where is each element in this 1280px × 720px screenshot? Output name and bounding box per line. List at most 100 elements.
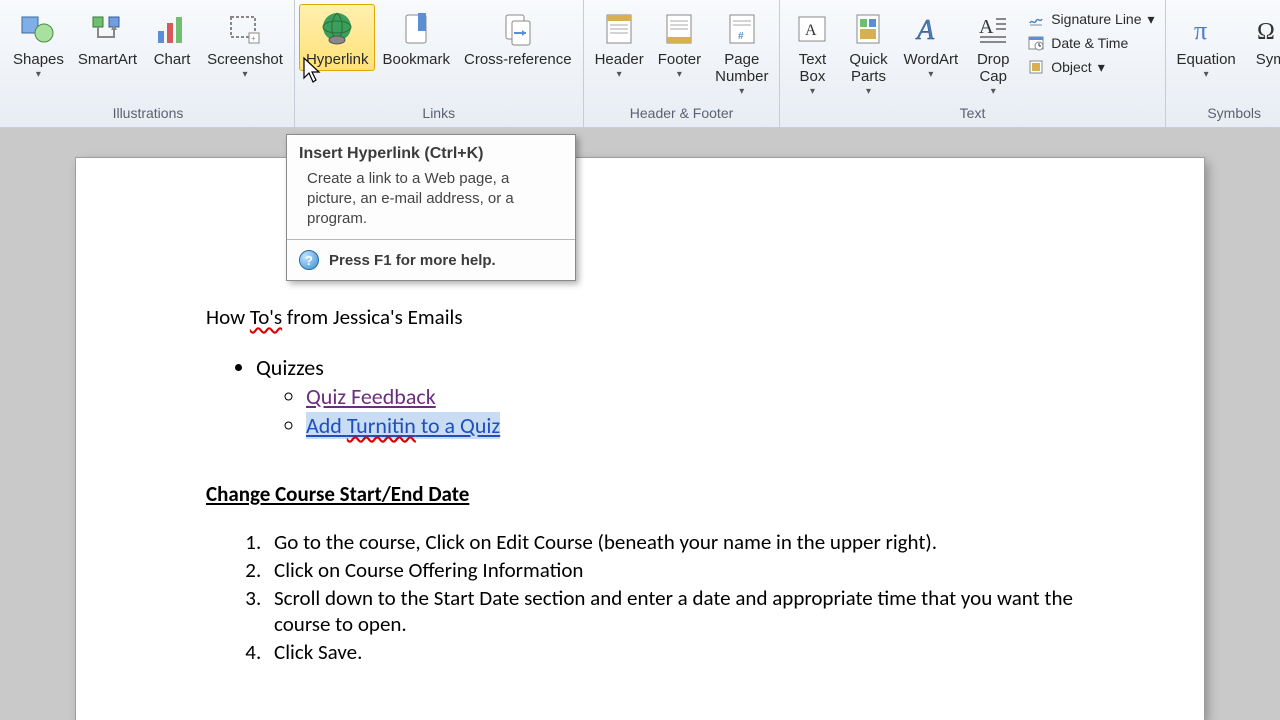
- symbol-label: Sym: [1256, 51, 1280, 68]
- textbox-label: Text Box: [799, 51, 827, 85]
- caret-icon: ▾: [617, 69, 622, 80]
- link-spellcheck: Turnitin: [347, 412, 416, 439]
- section-heading: Change Course Start/End Date: [206, 481, 1074, 507]
- caret-icon: ▾: [810, 86, 815, 97]
- group-symbols: π Equation ▾ Ω Sym Symbols: [1166, 0, 1280, 127]
- screenshot-button[interactable]: + Screenshot ▾: [200, 4, 290, 83]
- hyperlink-label: Hyperlink: [306, 51, 369, 68]
- bookmark-button[interactable]: Bookmark: [375, 4, 457, 71]
- dropcap-label: Drop Cap: [977, 51, 1010, 85]
- screenshot-label: Screenshot: [207, 51, 283, 68]
- svg-text:A: A: [915, 15, 935, 46]
- caret-icon: ▾: [36, 69, 41, 80]
- title-part: How: [206, 304, 250, 330]
- hyperlink-icon: [317, 9, 357, 49]
- tooltip-title: Insert Hyperlink (Ctrl+K): [287, 135, 575, 169]
- list-item: Click on Course Offering Information: [266, 557, 1074, 583]
- datetime-label: Date & Time: [1051, 35, 1128, 51]
- quickparts-button[interactable]: Quick Parts ▾: [840, 4, 896, 100]
- caret-icon: ▾: [242, 69, 247, 80]
- help-icon: ?: [299, 250, 319, 270]
- bookmark-icon: [396, 9, 436, 49]
- document-area: How To's from Jessica's Emails Quizzes Q…: [0, 128, 1280, 720]
- caret-icon: ▾: [866, 86, 871, 97]
- header-icon: [599, 9, 639, 49]
- crossreference-label: Cross-reference: [464, 51, 572, 68]
- quickparts-label: Quick Parts: [849, 51, 887, 85]
- document-title: How To's from Jessica's Emails: [206, 304, 1074, 330]
- list-item: Add Turnitin to a Quiz: [306, 412, 1074, 439]
- svg-text:π: π: [1194, 16, 1207, 45]
- textbox-icon: A: [792, 9, 832, 49]
- list-item: Quiz Feedback: [306, 383, 1074, 410]
- svg-text:#: #: [738, 31, 744, 42]
- smartart-icon: [87, 9, 127, 49]
- list-item: Click Save.: [266, 639, 1074, 665]
- caret-icon: ▾: [1148, 11, 1155, 28]
- footer-icon: [659, 9, 699, 49]
- pagenumber-label: Page Number: [715, 51, 768, 85]
- equation-button[interactable]: π Equation ▾: [1170, 4, 1243, 83]
- header-button[interactable]: Header ▾: [588, 4, 651, 83]
- crossreference-icon: [498, 9, 538, 49]
- smartart-button[interactable]: SmartArt: [71, 4, 144, 71]
- caret-icon: ▾: [1204, 69, 1209, 80]
- wordart-icon: A: [911, 9, 951, 49]
- svg-text:+: +: [251, 34, 256, 43]
- title-part: from Jessica's Emails: [282, 304, 462, 330]
- hyperlink-add-turnitin[interactable]: Add Turnitin to a Quiz: [306, 412, 500, 439]
- signatureline-button[interactable]: Signature Line ▾: [1025, 8, 1156, 30]
- dropcap-icon: A: [973, 9, 1013, 49]
- datetime-button[interactable]: Date & Time: [1025, 32, 1130, 54]
- list-item-label: Quizzes: [256, 354, 324, 381]
- tooltip-help-text: Press F1 for more help.: [329, 252, 496, 269]
- pagenumber-button[interactable]: # Page Number ▾: [708, 4, 775, 100]
- crossreference-button[interactable]: Cross-reference: [457, 4, 579, 71]
- link-part: Add: [306, 412, 347, 439]
- chart-label: Chart: [154, 51, 191, 68]
- group-label-text: Text: [960, 103, 986, 125]
- header-label: Header: [595, 51, 644, 68]
- list-item: Go to the course, Click on Edit Course (…: [266, 529, 1074, 555]
- list-item: Scroll down to the Start Date section an…: [266, 585, 1074, 637]
- caret-icon: ▾: [677, 69, 682, 80]
- screenshot-icon: +: [225, 9, 265, 49]
- shapes-icon: [18, 9, 58, 49]
- footer-button[interactable]: Footer ▾: [651, 4, 708, 83]
- chart-button[interactable]: Chart: [144, 4, 200, 71]
- pagenumber-icon: #: [722, 9, 762, 49]
- group-illustrations: Shapes ▾ SmartArt Chart + Screenshot: [2, 0, 295, 127]
- caret-icon: ▾: [928, 69, 933, 80]
- caret-icon: ▾: [991, 86, 996, 97]
- object-button[interactable]: Object ▾: [1025, 56, 1107, 78]
- hyperlink-quiz-feedback[interactable]: Quiz Feedback: [306, 383, 436, 410]
- object-label: Object: [1051, 59, 1091, 75]
- svg-text:A: A: [979, 16, 994, 38]
- hyperlink-tooltip: Insert Hyperlink (Ctrl+K) Create a link …: [286, 134, 576, 281]
- list-item: Quizzes Quiz Feedback Add Turnitin to a …: [256, 354, 1074, 439]
- group-label-illustrations: Illustrations: [113, 103, 184, 125]
- shapes-button[interactable]: Shapes ▾: [6, 4, 71, 83]
- wordart-label: WordArt: [903, 51, 958, 68]
- footer-label: Footer: [658, 51, 701, 68]
- tooltip-body: Create a link to a Web page, a picture, …: [287, 169, 575, 240]
- signature-icon: [1027, 10, 1045, 28]
- caret-icon: ▾: [1098, 59, 1105, 76]
- ribbon: Shapes ▾ SmartArt Chart + Screenshot: [0, 0, 1280, 128]
- datetime-icon: [1027, 34, 1045, 52]
- caret-icon: ▾: [739, 86, 744, 97]
- symbol-button[interactable]: Ω Sym: [1243, 4, 1280, 71]
- equation-icon: π: [1186, 9, 1226, 49]
- group-headerfooter: Header ▾ Footer ▾ # Page Number ▾ Header…: [584, 0, 781, 127]
- group-label-headerfooter: Header & Footer: [630, 103, 734, 125]
- symbol-icon: Ω: [1251, 9, 1280, 49]
- document-page[interactable]: How To's from Jessica's Emails Quizzes Q…: [76, 158, 1204, 720]
- title-spellcheck: To's: [250, 304, 282, 330]
- hyperlink-button[interactable]: Hyperlink: [299, 4, 376, 71]
- textbox-button[interactable]: A Text Box ▾: [784, 4, 840, 100]
- dropcap-button[interactable]: A Drop Cap ▾: [965, 4, 1021, 100]
- svg-text:Ω: Ω: [1257, 19, 1275, 45]
- object-icon: [1027, 58, 1045, 76]
- wordart-button[interactable]: A WordArt ▾: [896, 4, 965, 83]
- equation-label: Equation: [1177, 51, 1236, 68]
